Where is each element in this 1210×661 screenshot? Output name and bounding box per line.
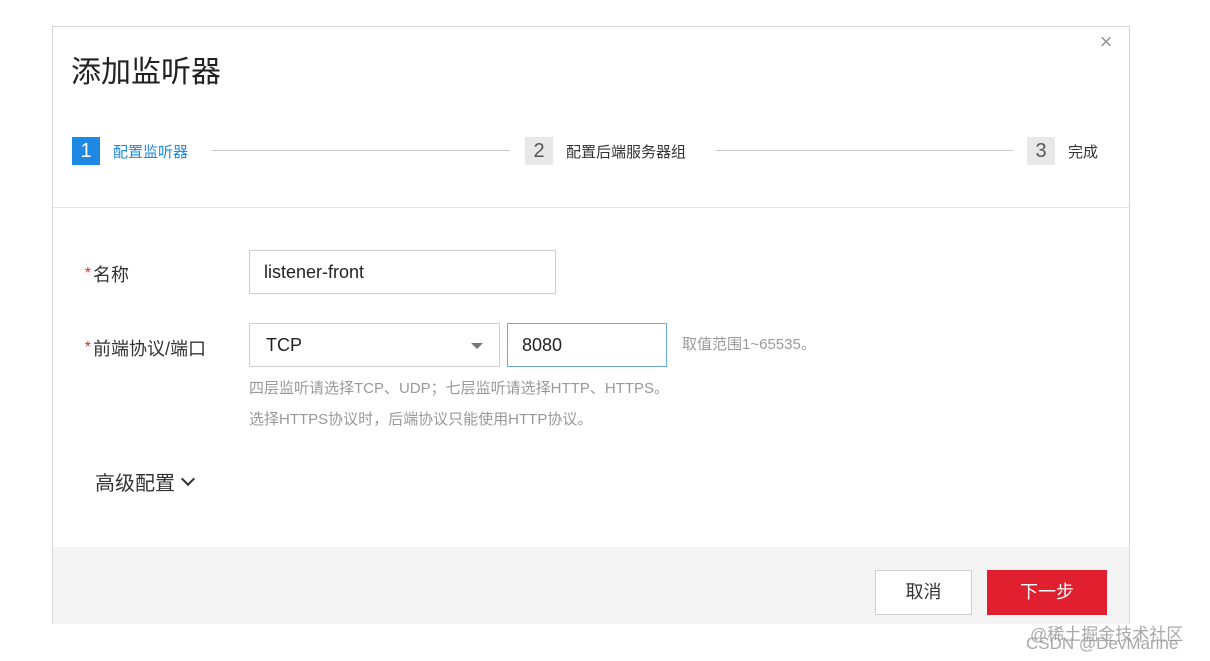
advanced-settings-label: 高级配置 [95, 473, 175, 495]
port-range-hint: 取值范围1~65535。 [682, 336, 816, 353]
watermark-csdn: CSDN @DevMarine [1026, 634, 1179, 653]
step-label: 配置后端服务器组 [566, 143, 687, 161]
add-listener-dialog: × 添加监听器 1 配置监听器 2 配置后端服务器组 3 完成 * 名称 lis… [52, 26, 1130, 624]
step-label: 配置监听器 [113, 143, 189, 161]
advanced-settings-toggle[interactable]: 高级配置 [95, 467, 196, 496]
protocol-port-label: 前端协议/端口 [93, 339, 207, 359]
required-mark: * [84, 339, 91, 356]
protocol-port-row: * 前端协议/端口 [75, 335, 206, 361]
step-complete: 3 完成 [1027, 137, 1098, 165]
step-connector [716, 150, 1013, 151]
protocol-select[interactable]: TCP [249, 323, 500, 367]
step-number: 2 [525, 137, 553, 165]
caret-down-icon [471, 343, 483, 349]
step-number: 1 [72, 137, 100, 165]
dialog-footer: 取消 下一步 [53, 547, 1129, 624]
protocol-help-text-2: 选择HTTPS协议时，后端协议只能使用HTTP协议。 [249, 411, 593, 428]
protocol-help-text-1: 四层监听请选择TCP、UDP；七层监听请选择HTTP、HTTPS。 [249, 380, 670, 397]
header-divider [53, 207, 1129, 208]
chevron-down-icon [180, 471, 196, 486]
step-connector [212, 150, 510, 151]
step-number: 3 [1027, 137, 1055, 165]
wizard-steps: 1 配置监听器 2 配置后端服务器组 3 完成 [72, 137, 1112, 165]
protocol-selected-value: TCP [266, 335, 302, 355]
step-configure-backend: 2 配置后端服务器组 [525, 137, 686, 165]
dialog-title: 添加监听器 [71, 56, 221, 89]
name-label: 名称 [93, 265, 129, 285]
cancel-button[interactable]: 取消 [875, 570, 972, 615]
required-mark: * [84, 265, 91, 282]
port-input[interactable]: 8080 [507, 323, 667, 367]
step-label: 完成 [1068, 143, 1099, 161]
name-input[interactable]: listener-front [249, 250, 556, 294]
name-field-row: * 名称 [75, 261, 129, 287]
next-step-button[interactable]: 下一步 [987, 570, 1107, 615]
step-configure-listener: 1 配置监听器 [72, 137, 188, 165]
close-icon[interactable]: × [1095, 31, 1117, 53]
